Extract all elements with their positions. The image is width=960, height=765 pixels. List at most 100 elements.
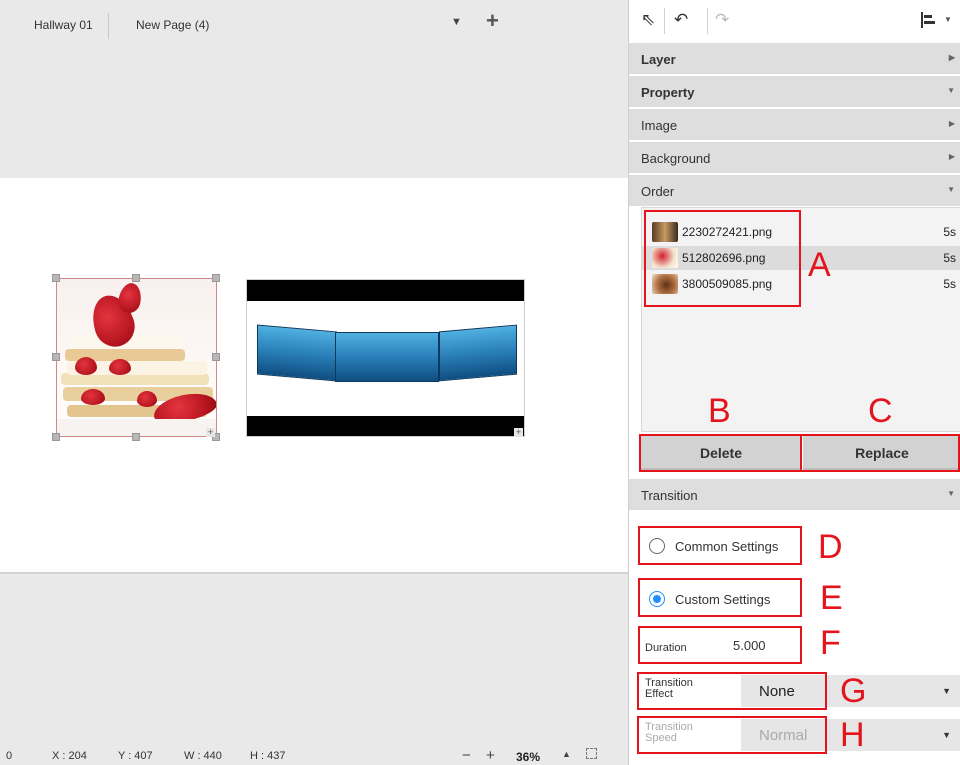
zoom-out-button[interactable]: − [462,747,471,764]
resize-handle[interactable] [212,353,220,361]
annotation-letter-g: G [840,672,867,710]
radio-custom-settings[interactable]: Custom Settings [645,584,795,614]
editor-area: Hallway 01 New Page (4) ▼ + + + 0 X: 20… [0,0,628,765]
transition-effect-row: Transition Effect None ▼ [641,673,960,709]
resize-handle[interactable] [52,353,60,361]
section-image[interactable]: Image ▶ [629,109,960,141]
image-widget-selected[interactable] [56,278,217,437]
section-order[interactable]: Order ▼ [629,175,960,207]
app-window: Hallway 01 New Page (4) ▼ + + + 0 X: 20… [0,0,960,765]
caret-down-icon: ▼ [942,730,951,740]
status-h: H : 437 [250,750,286,762]
align-icon[interactable] [921,12,935,28]
radio-label: Custom Settings [675,592,771,607]
transition-effect-label: Transition Effect [645,677,693,700]
duration-label: Duration [645,642,687,654]
radio-button[interactable] [649,538,665,554]
annotation-letter-a: A [808,246,831,284]
redo-icon[interactable]: ↷ [715,10,729,30]
caret-right-icon: ▶ [948,53,955,62]
annotation-letter-f: F [820,624,841,662]
undo-icon[interactable]: ↶ [674,10,688,30]
select-value: None [759,683,795,700]
section-label: Image [641,118,678,133]
replace-button[interactable]: Replace [803,436,960,470]
list-item[interactable]: 3800509085.png 5s [642,272,960,296]
annotation-letter-h: H [840,716,865,754]
resize-handle[interactable] [132,274,140,282]
zoom-in-button[interactable]: + [486,747,495,764]
plus-icon[interactable]: + [486,10,499,32]
zoom-level[interactable]: 36% [516,750,540,764]
duration-badge: 5s [943,277,956,291]
delete-button[interactable]: Delete [641,436,801,470]
order-list: 2230272421.png 5s 512802696.png 5s 38005… [641,207,960,432]
file-name: 2230272421.png [682,225,773,239]
letterbox-top [247,280,524,301]
tab-hallway-01[interactable]: Hallway 01 [34,18,93,32]
pointer-icon[interactable]: ⇖ [641,10,655,30]
annotation-letter-e: E [820,579,843,617]
file-name: 512802696.png [682,251,766,265]
transition-speed-row: Transition Speed Normal ▼ [641,717,960,753]
widget-plus-icon[interactable]: + [206,428,215,437]
section-property[interactable]: Property ▼ [629,76,960,108]
resize-handle[interactable] [132,433,140,441]
caret-down-icon[interactable]: ▼ [944,15,952,24]
caret-right-icon: ▶ [948,119,955,128]
section-background[interactable]: Background ▶ [629,142,960,174]
section-label: Property [641,85,695,100]
caret-right-icon: ▶ [948,152,955,161]
resize-handle[interactable] [52,274,60,282]
section-layer[interactable]: Layer ▶ [629,43,960,75]
caret-down-icon: ▼ [942,686,951,696]
thumbnail-image [652,274,678,294]
section-label: Order [641,184,675,199]
fit-screen-icon[interactable] [586,748,597,759]
page-tabs-bar: Hallway 01 New Page (4) ▼ + [0,0,628,46]
properties-panel: ⇖ ↶ ↷ ▼ Layer ▶ Property ▼ Image ▶ Backg… [628,0,960,765]
annotation-letter-c: C [868,392,893,430]
annotation-letter-b: B [708,392,731,430]
duration-badge: 5s [943,251,956,265]
image-panel [439,324,517,382]
image-panel [335,332,439,382]
thumbnail-image [652,222,678,242]
image-panel [257,324,337,382]
section-label: Background [641,151,711,166]
toolbar-divider [707,8,708,34]
section-label: Layer [641,52,676,67]
status-bar: 0 X : 204 Y : 407 W : 440 H : 437 − + 36… [0,745,628,765]
caret-down-icon: ▼ [947,185,955,194]
radio-button-selected[interactable] [649,591,665,607]
transition-speed-label: Transition Speed [645,721,693,744]
caret-down-icon: ▼ [947,489,955,498]
panel-toolbar: ⇖ ↶ ↷ ▼ [629,0,960,42]
image-widget[interactable] [246,279,525,437]
radio-common-settings[interactable]: Common Settings [645,531,801,561]
status-y: Y : 407 [118,750,153,762]
widget-plus-icon[interactable]: + [514,428,523,437]
section-label: Transition [641,488,698,503]
status-partial: 0 [6,750,13,762]
annotation-letter-d: D [818,528,843,566]
status-w: W : 440 [184,750,222,762]
thumbnail-image [652,248,678,268]
list-item[interactable]: 2230272421.png 5s [642,220,960,244]
caret-down-icon: ▼ [947,86,955,95]
caret-down-icon[interactable]: ▼ [451,16,462,28]
status-x: X : 204 [52,750,87,762]
resize-handle[interactable] [52,433,60,441]
select-value: Normal [759,727,808,744]
tab-new-page[interactable]: New Page (4) [136,18,209,32]
letterbox-bottom [247,416,524,436]
duration-input[interactable] [733,634,795,656]
caret-up-icon[interactable]: ▲ [562,749,571,759]
radio-label: Common Settings [675,539,779,554]
file-name: 3800509085.png [682,277,773,291]
resize-handle[interactable] [212,274,220,282]
toolbar-divider [664,8,665,34]
section-transition[interactable]: Transition ▼ [629,479,960,511]
duration-badge: 5s [943,225,956,239]
list-item[interactable]: 512802696.png 5s [642,246,960,270]
